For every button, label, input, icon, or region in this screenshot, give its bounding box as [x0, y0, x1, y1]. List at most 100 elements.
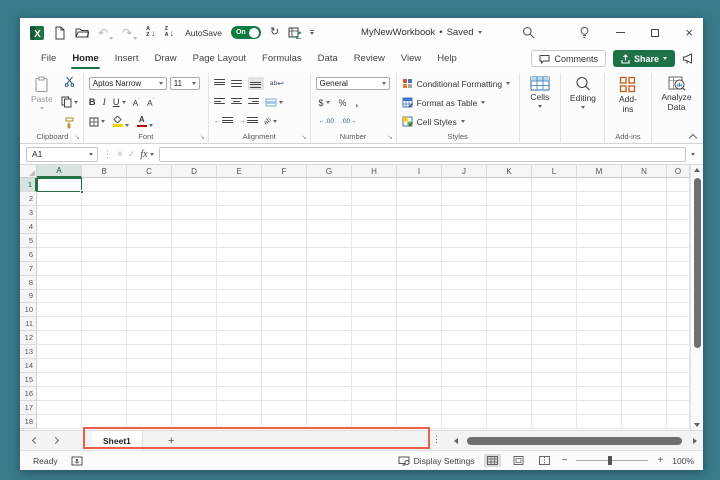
- cell-n16[interactable]: [622, 387, 667, 401]
- name-box[interactable]: A1: [26, 147, 98, 162]
- cell-i6[interactable]: [397, 248, 442, 262]
- fill-handle[interactable]: [80, 190, 84, 194]
- cell-h13[interactable]: [352, 345, 397, 359]
- font-name-select[interactable]: Aptos Narrow: [89, 77, 167, 90]
- cell-h14[interactable]: [352, 359, 397, 373]
- cell-e12[interactable]: [217, 331, 262, 345]
- cell-f11[interactable]: [262, 317, 307, 331]
- zoom-out-button[interactable]: −: [562, 455, 568, 466]
- undo-button[interactable]: ↶: [98, 26, 113, 40]
- cell-k9[interactable]: [487, 290, 532, 304]
- cell-m16[interactable]: [577, 387, 622, 401]
- cell-n9[interactable]: [622, 290, 667, 304]
- cell-g11[interactable]: [307, 317, 352, 331]
- cell-n17[interactable]: [622, 401, 667, 415]
- cell-a6[interactable]: [37, 248, 82, 262]
- cell-j12[interactable]: [442, 331, 487, 345]
- cell-o3[interactable]: [667, 206, 690, 220]
- cell-j3[interactable]: [442, 206, 487, 220]
- next-sheet-icon[interactable]: [52, 437, 59, 444]
- cell-g2[interactable]: [307, 192, 352, 206]
- cell-n11[interactable]: [622, 317, 667, 331]
- cell-g5[interactable]: [307, 234, 352, 248]
- cell-l8[interactable]: [532, 276, 577, 290]
- increase-decimal-button[interactable]: ←.00: [319, 118, 335, 125]
- cell-b13[interactable]: [82, 345, 127, 359]
- cell-d2[interactable]: [172, 192, 217, 206]
- sort-descending-button[interactable]: ZA↓: [165, 27, 174, 39]
- cell-a5[interactable]: [37, 234, 82, 248]
- cell-c5[interactable]: [127, 234, 172, 248]
- increase-font-button[interactable]: Aˆ: [133, 98, 140, 108]
- cell-f2[interactable]: [262, 192, 307, 206]
- lightbulb-icon[interactable]: [579, 26, 590, 39]
- row-header-7[interactable]: 7: [20, 262, 37, 276]
- comma-format-button[interactable]: ,: [356, 98, 359, 108]
- cell-o12[interactable]: [667, 331, 690, 345]
- selected-cell-a1[interactable]: [37, 178, 82, 192]
- cell-j18[interactable]: [442, 415, 487, 429]
- cell-n12[interactable]: [622, 331, 667, 345]
- cell-j5[interactable]: [442, 234, 487, 248]
- accessibility-icon[interactable]: [71, 456, 83, 466]
- cell-n18[interactable]: [622, 415, 667, 429]
- previous-sheet-icon[interactable]: [32, 437, 39, 444]
- fx-dropdown-icon[interactable]: [150, 153, 154, 156]
- cell-b2[interactable]: [82, 192, 127, 206]
- cell-b14[interactable]: [82, 359, 127, 373]
- cell-l16[interactable]: [532, 387, 577, 401]
- underline-button[interactable]: U: [113, 97, 126, 108]
- cell-d17[interactable]: [172, 401, 217, 415]
- title-dropdown-icon[interactable]: [478, 31, 482, 34]
- column-header-f[interactable]: F: [262, 165, 307, 178]
- cell-d14[interactable]: [172, 359, 217, 373]
- cancel-entry-button[interactable]: ×: [117, 149, 123, 160]
- column-header-j[interactable]: J: [442, 165, 487, 178]
- cell-e13[interactable]: [217, 345, 262, 359]
- cell-k14[interactable]: [487, 359, 532, 373]
- cell-c15[interactable]: [127, 373, 172, 387]
- cell-b18[interactable]: [82, 415, 127, 429]
- cell-g16[interactable]: [307, 387, 352, 401]
- display-settings-button[interactable]: Display Settings: [398, 456, 475, 466]
- cell-n15[interactable]: [622, 373, 667, 387]
- cell-k1[interactable]: [487, 178, 532, 192]
- cell-i1[interactable]: [397, 178, 442, 192]
- search-icon[interactable]: [522, 26, 535, 39]
- column-header-i[interactable]: I: [397, 165, 442, 178]
- cell-d13[interactable]: [172, 345, 217, 359]
- page-break-view-button[interactable]: [536, 454, 553, 467]
- horizontal-scroll-thumb[interactable]: [467, 437, 682, 445]
- cell-n3[interactable]: [622, 206, 667, 220]
- cell-j16[interactable]: [442, 387, 487, 401]
- cell-j4[interactable]: [442, 220, 487, 234]
- cell-l15[interactable]: [532, 373, 577, 387]
- analyze-data-button[interactable]: AnalyzeData: [657, 74, 695, 130]
- cell-e18[interactable]: [217, 415, 262, 429]
- format-as-table-dropdown-icon[interactable]: [481, 101, 485, 104]
- align-left-button[interactable]: [214, 98, 225, 107]
- cell-e9[interactable]: [217, 290, 262, 304]
- comments-button[interactable]: Comments: [531, 50, 606, 67]
- cell-m5[interactable]: [577, 234, 622, 248]
- cell-h9[interactable]: [352, 290, 397, 304]
- column-header-o[interactable]: O: [667, 165, 690, 178]
- cell-c13[interactable]: [127, 345, 172, 359]
- qat-overflow-button[interactable]: [310, 30, 314, 35]
- cell-f8[interactable]: [262, 276, 307, 290]
- cell-m17[interactable]: [577, 401, 622, 415]
- cell-k2[interactable]: [487, 192, 532, 206]
- cell-a3[interactable]: [37, 206, 82, 220]
- number-dialog-launcher-icon[interactable]: ↘: [388, 134, 393, 141]
- workbook-title[interactable]: MyNewWorkbook • Saved: [361, 18, 482, 47]
- cell-b5[interactable]: [82, 234, 127, 248]
- insert-function-button[interactable]: fx: [140, 149, 153, 160]
- cell-c12[interactable]: [127, 331, 172, 345]
- cell-i15[interactable]: [397, 373, 442, 387]
- cell-g17[interactable]: [307, 401, 352, 415]
- cell-f16[interactable]: [262, 387, 307, 401]
- cell-l5[interactable]: [532, 234, 577, 248]
- maximize-button[interactable]: [651, 29, 659, 37]
- cell-d5[interactable]: [172, 234, 217, 248]
- normal-view-button[interactable]: [484, 454, 501, 467]
